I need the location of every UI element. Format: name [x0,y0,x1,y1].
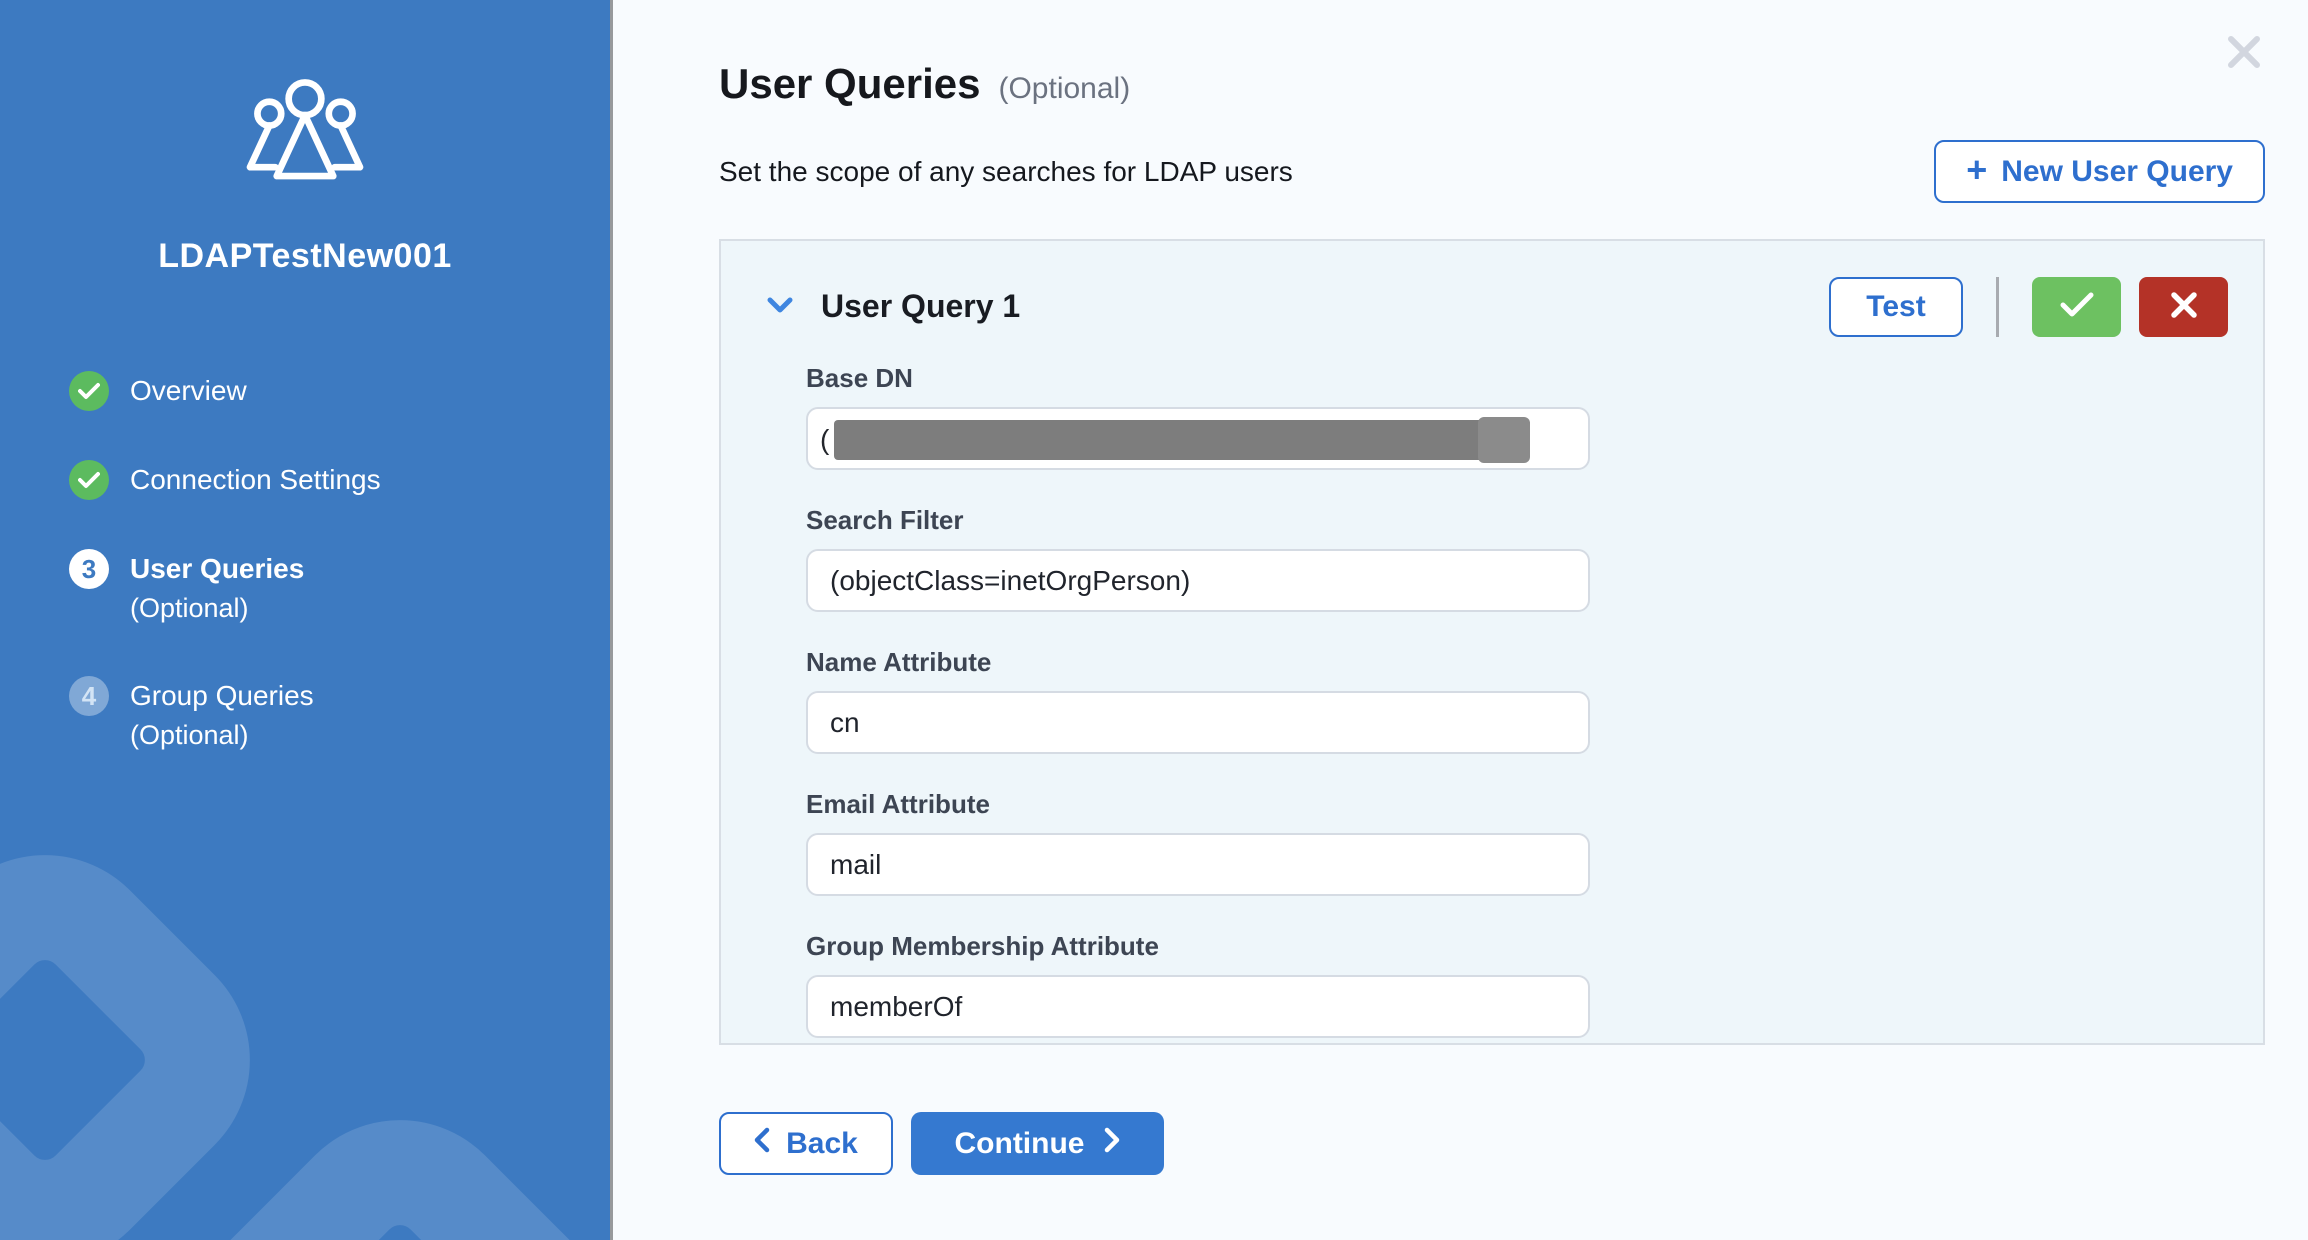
redaction-bar-end [1478,417,1530,463]
step-sublabel: (Optional) [130,716,314,754]
group-membership-attribute-value: memberOf [830,991,962,1023]
name-attribute-value: cn [830,707,860,739]
new-user-query-label: New User Query [2001,155,2233,189]
sidebar-step-overview[interactable]: Overview [69,371,610,411]
check-icon [2060,292,2094,321]
page-title-optional: (Optional) [998,72,1130,106]
search-filter-value: (objectClass=inetOrgPerson) [830,565,1190,597]
base-dn-field: Base DN ( [806,363,1590,470]
step-label: Overview [130,371,247,411]
redaction-bar [834,420,1486,460]
check-circle-icon [69,371,109,411]
ldap-setup-wizard: LDAPTestNew001 Overview Connection Setti… [0,0,2308,1240]
connection-name: LDAPTestNew001 [0,237,610,276]
check-circle-icon [69,460,109,500]
chevron-down-icon [765,294,795,319]
continue-button[interactable]: Continue [911,1112,1164,1175]
name-attribute-input[interactable]: cn [806,691,1590,754]
group-people-icon [230,75,380,185]
sidebar-step-user-queries[interactable]: 3 User Queries (Optional) [69,549,610,627]
close-icon[interactable] [2222,30,2266,74]
query-title: User Query 1 [821,288,1020,325]
chevron-left-icon [754,1127,770,1161]
sidebar-step-group-queries[interactable]: 4 Group Queries (Optional) [69,676,610,754]
page-title: User Queries [719,60,980,108]
vertical-divider [1996,277,1999,337]
test-button[interactable]: Test [1829,277,1963,337]
back-label: Back [786,1127,858,1161]
chevron-right-icon [1104,1127,1120,1161]
group-membership-attribute-input[interactable]: memberOf [806,975,1590,1038]
watermark-diamond-1 [0,805,300,1240]
step-number-badge: 4 [69,676,109,716]
main-content: User Queries (Optional) Set the scope of… [613,0,2308,1240]
email-attribute-label: Email Attribute [806,789,1590,820]
step-number-badge: 3 [69,549,109,589]
sidebar-step-connection-settings[interactable]: Connection Settings [69,460,610,500]
group-membership-attribute-label: Group Membership Attribute [806,931,1590,962]
search-filter-field: Search Filter (objectClass=inetOrgPerson… [806,505,1590,612]
base-dn-input[interactable]: ( [806,407,1590,470]
back-button[interactable]: Back [719,1112,893,1175]
step-label: Connection Settings [130,460,381,500]
step-sublabel: (Optional) [130,589,304,627]
sidebar: LDAPTestNew001 Overview Connection Setti… [0,0,613,1240]
name-attribute-field: Name Attribute cn [806,647,1590,754]
new-user-query-button[interactable]: + New User Query [1934,140,2265,203]
query-fields: Base DN ( Search Filter (objectClass=ine… [806,363,1590,1038]
email-attribute-input[interactable]: mail [806,833,1590,896]
email-attribute-value: mail [830,849,881,881]
watermark-diamond-2 [145,1070,613,1240]
page-header: User Queries (Optional) [719,60,2308,108]
search-filter-label: Search Filter [806,505,1590,536]
delete-query-button[interactable] [2139,277,2228,337]
base-dn-label: Base DN [806,363,1590,394]
search-filter-input[interactable]: (objectClass=inetOrgPerson) [806,549,1590,612]
page-subtitle: Set the scope of any searches for LDAP u… [719,156,1293,188]
step-label: Group Queries [130,676,314,716]
user-query-panel-header: User Query 1 Test [721,275,2263,338]
continue-label: Continue [955,1127,1085,1161]
user-query-panel: User Query 1 Test [719,239,2265,1045]
collapse-query-button[interactable] [765,294,795,319]
wizard-steps: Overview Connection Settings 3 User Quer… [69,371,610,754]
step-label: User Queries [130,549,304,589]
plus-icon: + [1966,152,1987,188]
confirm-query-button[interactable] [2032,277,2121,337]
name-attribute-label: Name Attribute [806,647,1590,678]
group-membership-attribute-field: Group Membership Attribute memberOf [806,931,1590,1038]
wizard-footer: Back Continue [719,1112,2308,1175]
redacted-value-fragment: ( [820,424,829,456]
x-icon [2170,291,2198,322]
email-attribute-field: Email Attribute mail [806,789,1590,896]
